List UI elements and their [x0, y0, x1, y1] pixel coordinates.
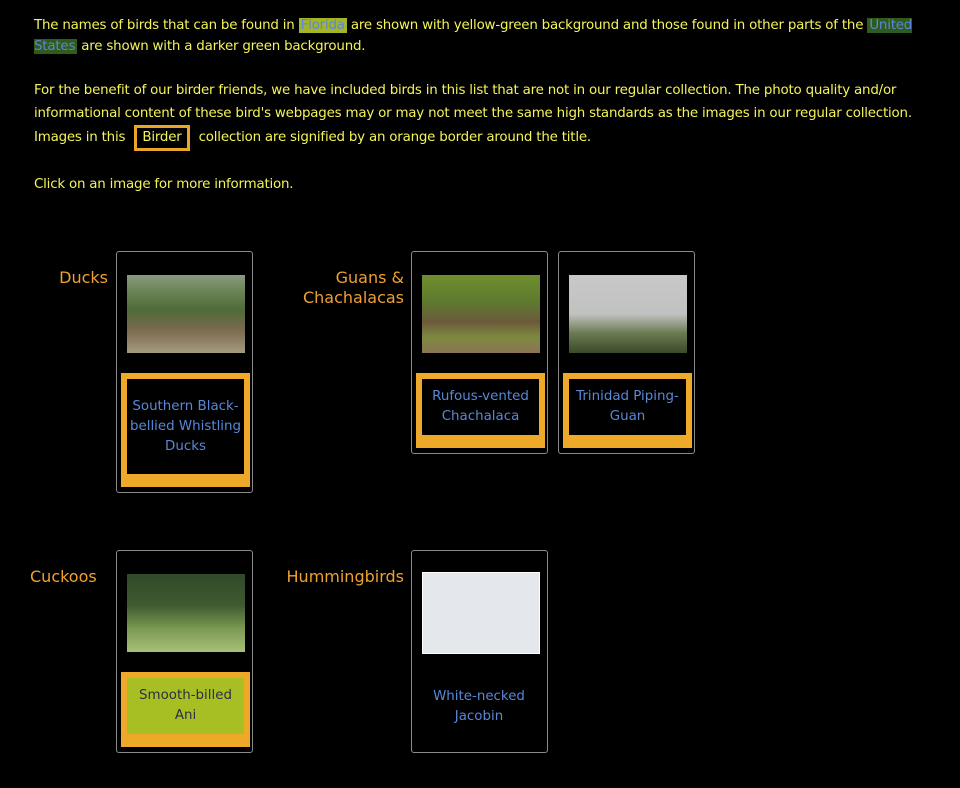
birder-border: Smooth-billed Ani — [121, 672, 250, 747]
bird-name[interactable]: Rufous-vented Chachalaca — [422, 379, 539, 435]
bird-photo[interactable] — [127, 275, 245, 353]
bird-photo[interactable] — [127, 574, 245, 652]
bird-card[interactable]: Trinidad Piping-Guan — [558, 251, 695, 454]
bird-card[interactable]: Southern Black-bellied Whistling Ducks — [116, 251, 253, 493]
bird-name[interactable]: White-necked Jacobin — [412, 687, 546, 727]
birder-border: Rufous-vented Chachalaca — [416, 373, 545, 448]
text: are shown with yellow-green background a… — [346, 18, 868, 33]
bird-card[interactable]: Rufous-vented Chachalaca — [411, 251, 548, 454]
category-cuckoos: Cuckoos — [30, 567, 97, 586]
text: The names of birds that can be found in — [34, 18, 299, 33]
bird-photo[interactable] — [422, 572, 540, 654]
bird-photo[interactable] — [569, 275, 687, 353]
bird-card[interactable]: White-necked Jacobin — [411, 550, 548, 753]
category-guans-chachalacas: Guans & Chachalacas — [302, 268, 404, 307]
text: collection are signified by an orange bo… — [194, 130, 592, 145]
bird-name[interactable]: Southern Black-bellied Whistling Ducks — [127, 379, 244, 474]
florida-swatch: Florida — [298, 18, 347, 33]
category-ducks: Ducks — [59, 268, 108, 287]
bird-name[interactable]: Trinidad Piping-Guan — [569, 379, 686, 435]
birder-border: Trinidad Piping-Guan — [563, 373, 692, 448]
intro-legend: The names of birds that can be found in … — [34, 15, 934, 57]
birder-sample: Birder — [134, 125, 190, 151]
birder-border: Southern Black-bellied Whistling Ducks — [121, 373, 250, 487]
intro-instruction: Click on an image for more information. — [34, 177, 294, 192]
bird-photo[interactable] — [422, 275, 540, 353]
intro-birder: For the benefit of our birder friends, w… — [34, 80, 934, 151]
category-hummingbirds: Hummingbirds — [286, 567, 404, 586]
text: are shown with a darker green background… — [77, 39, 366, 54]
bird-card[interactable]: Smooth-billed Ani — [116, 550, 253, 753]
bird-name[interactable]: Smooth-billed Ani — [127, 678, 244, 734]
